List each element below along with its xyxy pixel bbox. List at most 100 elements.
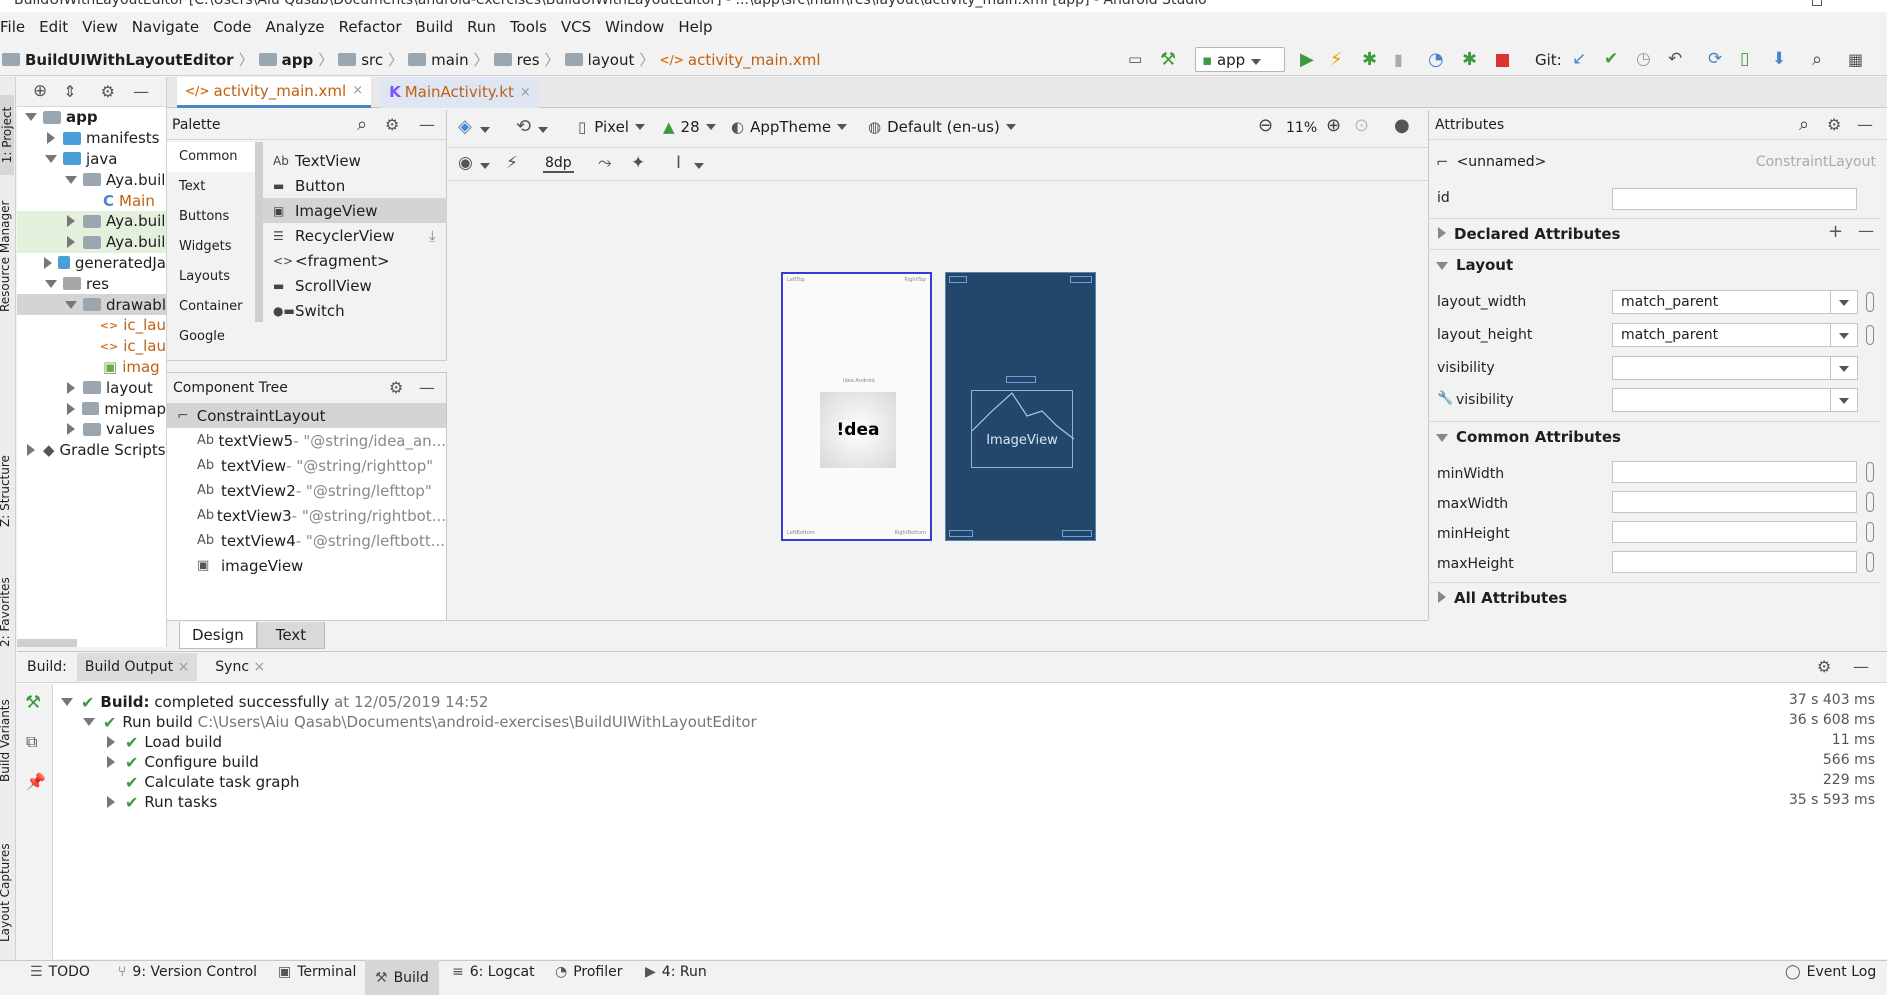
component-root[interactable]: ⌐ ConstraintLayout xyxy=(167,403,446,428)
common-attributes-header[interactable]: Common Attributes xyxy=(1428,421,1880,451)
zoom-in-icon[interactable]: ⊕ xyxy=(1326,117,1341,135)
autoconnect-icon[interactable]: ⚡ xyxy=(506,155,518,172)
close-icon[interactable]: × xyxy=(520,85,531,100)
project-tree-item[interactable]: drawabl xyxy=(17,294,166,315)
todo-tool[interactable]: ☰ TODO xyxy=(30,964,90,980)
terminal-tool[interactable]: ▣ Terminal xyxy=(278,964,356,980)
build-output-row[interactable]: ✔ Load build xyxy=(103,732,1877,752)
chevron-right-icon[interactable] xyxy=(63,236,79,249)
restore-icon[interactable] xyxy=(1812,0,1822,6)
sdk-manager-icon[interactable]: ⬇ xyxy=(1772,51,1786,68)
hammer-icon[interactable]: ⚒ xyxy=(1160,50,1176,69)
attr-id-field[interactable] xyxy=(1612,188,1857,210)
project-tree-item[interactable]: res xyxy=(17,273,166,294)
tab-build-output[interactable]: Build Output × xyxy=(76,653,198,681)
profile-icon[interactable]: ◔ xyxy=(1428,50,1444,69)
palette-item-textview[interactable]: Ab TextView xyxy=(263,148,447,173)
search-icon[interactable]: ⌕ xyxy=(1799,115,1809,134)
menu-help[interactable]: Help xyxy=(678,18,712,36)
close-icon[interactable]: × xyxy=(352,83,363,98)
logcat-tool[interactable]: ≡ 6: Logcat xyxy=(452,964,535,980)
run-config-select[interactable]: ▪ app xyxy=(1195,47,1285,72)
palette-category-container[interactable]: Container xyxy=(167,292,255,322)
attr-minheight-field[interactable] xyxy=(1612,521,1857,543)
chevron-right-icon[interactable] xyxy=(23,444,39,457)
chevron-right-icon[interactable] xyxy=(63,215,79,228)
tool-window-layout-captures[interactable]: Layout Captures xyxy=(0,832,12,942)
clear-constraints-icon[interactable]: ⤳ xyxy=(598,155,612,172)
chevron-down-icon[interactable] xyxy=(1831,290,1858,314)
component-tree-item[interactable]: ▣ imageView xyxy=(167,553,446,578)
all-attributes-header[interactable]: All Attributes xyxy=(1428,582,1880,612)
tab-text[interactable]: Text xyxy=(256,622,326,649)
theme-select[interactable]: ◐ AppTheme xyxy=(731,118,848,136)
orientation-icon[interactable]: ⟲ xyxy=(516,118,531,136)
component-tree-item[interactable]: Ab textView2- "@string/lefttop" xyxy=(167,478,446,503)
attr-maxheight-field[interactable] xyxy=(1612,551,1857,573)
gear-icon[interactable]: ⚙ xyxy=(101,83,115,100)
layout-inspector-icon[interactable]: ▭ xyxy=(1128,52,1142,67)
chevron-right-icon[interactable] xyxy=(43,256,54,269)
palette-category-buttons[interactable]: Buttons xyxy=(167,202,255,232)
resource-picker-icon[interactable] xyxy=(1866,292,1874,312)
attr-visibility-value[interactable] xyxy=(1612,356,1831,380)
guidelines-icon[interactable]: I xyxy=(676,155,681,172)
design-preview[interactable]: LeftTop RightTop Idea Android !dea LeftB… xyxy=(781,272,932,541)
menu-refactor[interactable]: Refactor xyxy=(339,18,402,36)
gear-icon[interactable]: ⚙ xyxy=(385,116,399,133)
chevron-down-icon[interactable] xyxy=(23,113,39,122)
add-icon[interactable]: + xyxy=(1828,221,1843,242)
project-tree-item[interactable]: generatedJa xyxy=(17,253,166,274)
component-tree-item[interactable]: Ab textView - "@string/righttop" xyxy=(167,453,446,478)
resource-picker-icon[interactable] xyxy=(1866,492,1874,512)
zoom-fit-icon[interactable]: ⊙ xyxy=(1354,117,1369,135)
gear-icon[interactable]: ⚙ xyxy=(1827,116,1841,133)
palette-item-scrollview[interactable]: ▬ ScrollView xyxy=(263,273,447,298)
build-output-row[interactable]: ✔ Calculate task graph xyxy=(103,772,1877,792)
menu-edit[interactable]: Edit xyxy=(39,18,68,36)
palette-item-switch[interactable]: ●▬ Switch xyxy=(263,298,447,323)
breadcrumb-app[interactable]: app xyxy=(282,51,314,69)
breadcrumb-res[interactable]: res xyxy=(517,51,540,69)
project-tree-item[interactable]: Aya.buil xyxy=(17,210,166,232)
chevron-down-icon[interactable] xyxy=(1831,356,1858,380)
attr-layout-height-value[interactable]: match_parent xyxy=(1612,323,1831,347)
component-tree-item[interactable]: Ab textView5- "@string/idea_an... xyxy=(167,428,446,453)
project-tree-item[interactable]: ◆ Gradle Scripts xyxy=(17,440,166,461)
chevron-down-icon[interactable] xyxy=(43,279,59,288)
eye-icon[interactable]: ◉ xyxy=(458,155,473,172)
build-tool[interactable]: ⚒ Build xyxy=(365,960,439,995)
debug-attach-icon[interactable]: ✱ xyxy=(1462,50,1477,69)
tool-window-resource-manager[interactable]: Resource Manager xyxy=(0,192,12,312)
zoom-out-icon[interactable]: ⊖ xyxy=(1258,117,1273,135)
download-icon[interactable]: ⤓ xyxy=(429,227,436,245)
search-icon[interactable]: ⌕ xyxy=(357,115,367,134)
chevron-right-icon[interactable] xyxy=(63,423,79,436)
palette-category-common[interactable]: Common xyxy=(167,142,255,172)
resource-picker-icon[interactable] xyxy=(1866,325,1874,345)
api-select[interactable]: ▲ 28 xyxy=(663,118,716,136)
idea-image[interactable]: !dea xyxy=(820,392,896,468)
minimize-icon[interactable]: — xyxy=(133,83,149,100)
sync-gradle-icon[interactable]: ⟳ xyxy=(1708,51,1722,68)
palette-category-layouts[interactable]: Layouts xyxy=(167,262,255,292)
palette-category-text[interactable]: Text xyxy=(167,172,255,202)
menu-code[interactable]: Code xyxy=(213,18,251,36)
tool-window-project[interactable]: 1: Project xyxy=(0,95,14,175)
resource-picker-icon[interactable] xyxy=(1866,522,1874,542)
breadcrumb-layout[interactable]: layout xyxy=(588,51,635,69)
project-tree-item[interactable]: <> ic_lau xyxy=(17,336,166,357)
chevron-right-icon[interactable] xyxy=(63,402,78,415)
design-canvas[interactable]: LeftTop RightTop Idea Android !dea LeftB… xyxy=(448,182,1428,619)
menu-tools[interactable]: Tools xyxy=(510,18,547,36)
infer-constraints-icon[interactable]: ✦ xyxy=(631,155,645,172)
chevron-down-icon[interactable] xyxy=(63,300,79,309)
stop-icon[interactable] xyxy=(1496,54,1509,67)
hammer-icon[interactable]: ⚒ xyxy=(25,694,41,712)
project-tree-item[interactable]: ▣ imag xyxy=(17,357,166,378)
chevron-down-icon[interactable] xyxy=(1831,388,1858,412)
debug-icon[interactable]: ✱ xyxy=(1362,50,1377,69)
build-output-row[interactable]: ✔ Run tasks xyxy=(103,792,1877,812)
project-tree-item[interactable]: <> ic_lau xyxy=(17,315,166,336)
git-commit-icon[interactable]: ✔ xyxy=(1604,51,1618,68)
